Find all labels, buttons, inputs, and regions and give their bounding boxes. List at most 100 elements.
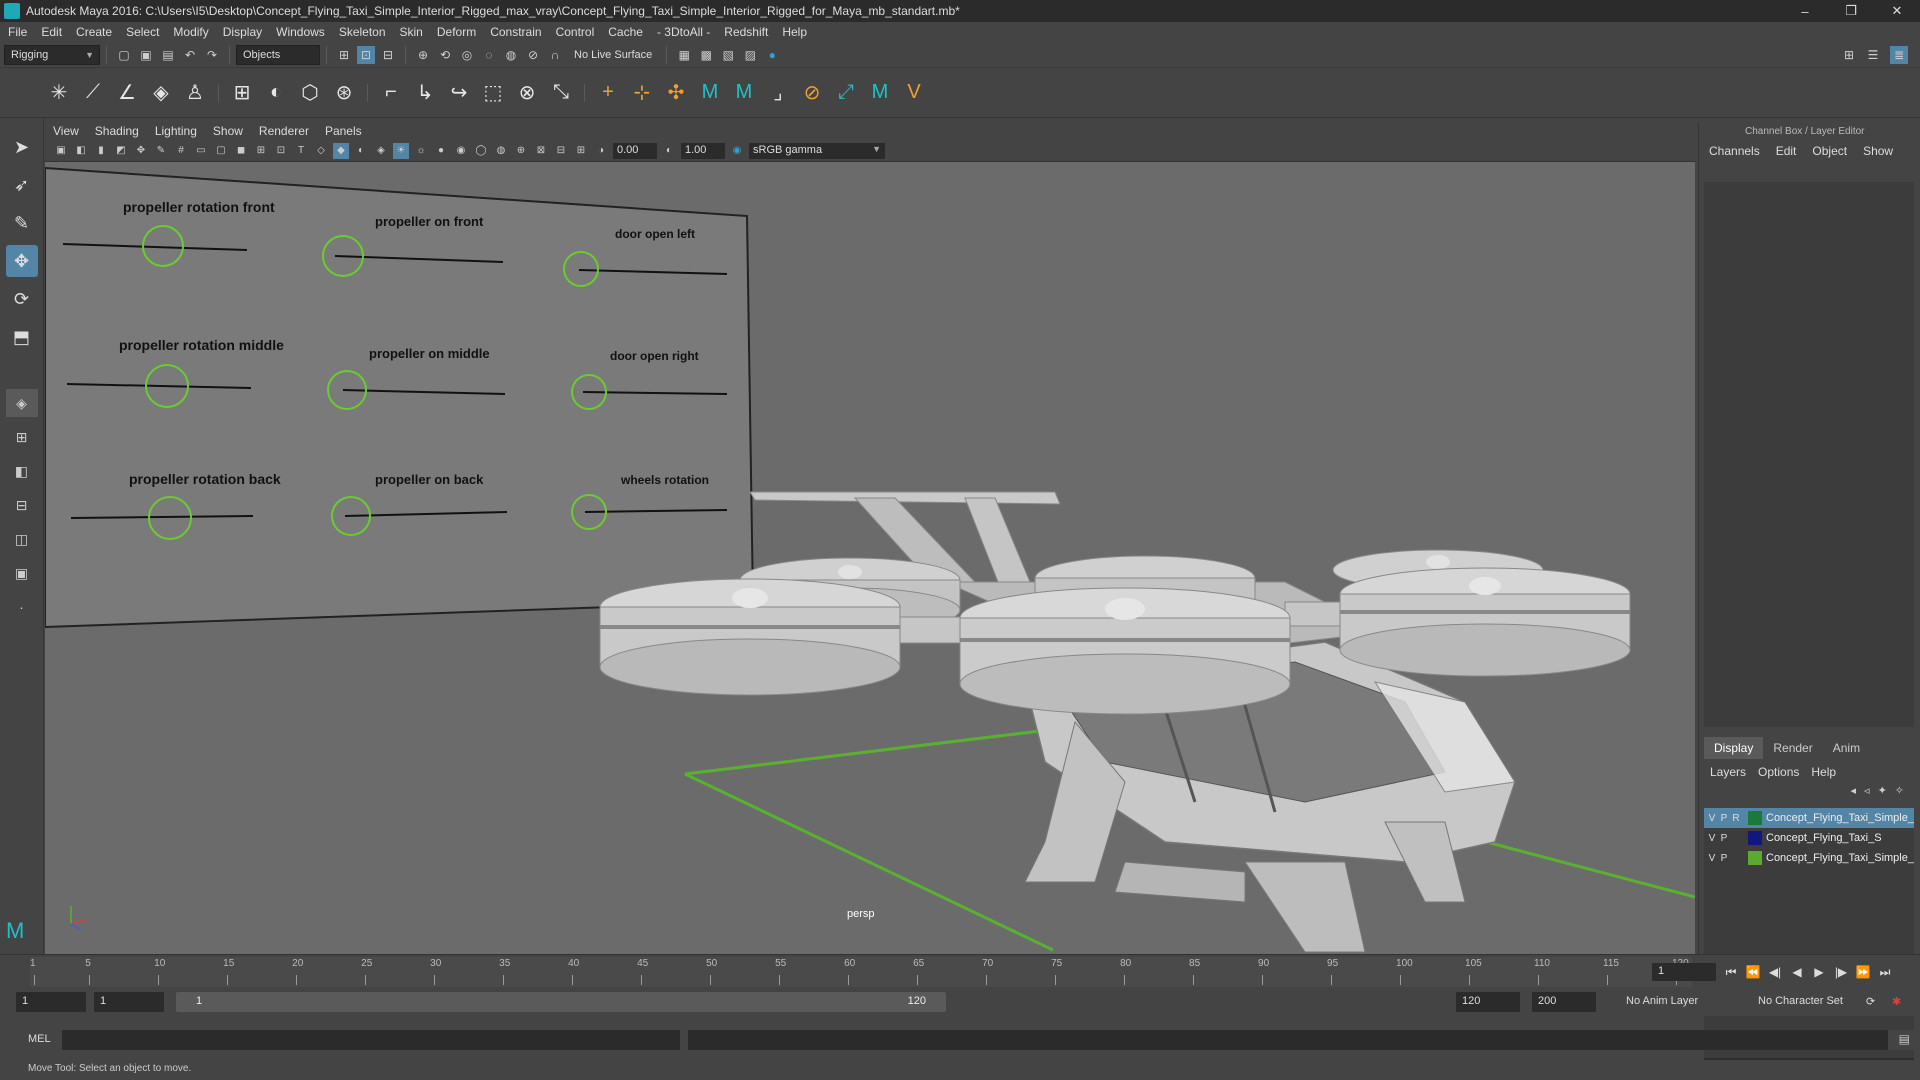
ipr-render-icon[interactable]: ▧: [719, 46, 737, 64]
persp-outliner-layout-icon[interactable]: ⊟: [6, 491, 38, 519]
step-back-frame-icon[interactable]: ◀|: [1766, 963, 1784, 981]
go-to-end-icon[interactable]: ⏭: [1876, 963, 1894, 981]
layer-visibility-toggle[interactable]: V: [1706, 833, 1718, 844]
anim-start-field[interactable]: 1: [94, 992, 164, 1012]
maximize-button[interactable]: ❐: [1828, 0, 1874, 22]
single-pane-layout-icon[interactable]: ◈: [5, 389, 38, 417]
layer-menu-layers[interactable]: Layers: [1710, 765, 1746, 779]
color-management-icon[interactable]: ◉: [729, 143, 745, 159]
command-input[interactable]: [62, 1030, 680, 1050]
image-plane-icon[interactable]: ◩: [113, 143, 129, 159]
new-layer-icon[interactable]: ✦: [1878, 784, 1887, 804]
selection-mode-dropdown[interactable]: Objects: [236, 44, 320, 65]
end-time-field[interactable]: 120: [1456, 992, 1520, 1012]
paint-weights-icon[interactable]: ⌐: [376, 78, 406, 108]
render-view-icon[interactable]: ▦: [675, 46, 693, 64]
layer-playback-toggle[interactable]: P: [1718, 813, 1730, 824]
snap-magnet-icon[interactable]: ∩: [546, 46, 564, 64]
more-layouts-icon[interactable]: ·: [6, 593, 38, 621]
xray-joints-icon[interactable]: ⊟: [553, 143, 569, 159]
panel-menu-view[interactable]: View: [53, 124, 79, 138]
menu-redshift[interactable]: Redshift: [724, 25, 768, 39]
menu-edit[interactable]: Edit: [41, 25, 62, 39]
snap-grid-icon[interactable]: ⊕: [414, 46, 432, 64]
menu-skeleton[interactable]: Skeleton: [339, 25, 386, 39]
panel-menu-renderer[interactable]: Renderer: [259, 124, 309, 138]
close-button[interactable]: ✕: [1874, 0, 1920, 22]
menu-skin[interactable]: Skin: [400, 25, 423, 39]
play-backwards-icon[interactable]: ◀: [1788, 963, 1806, 981]
tab-render[interactable]: Render: [1763, 737, 1822, 759]
menuset-dropdown[interactable]: Rigging ▼: [4, 44, 100, 65]
parent-constraint-icon[interactable]: M: [695, 78, 725, 108]
layer-color-swatch[interactable]: [1748, 851, 1762, 865]
range-bar[interactable]: 1 120: [176, 992, 946, 1012]
menu-file[interactable]: File: [8, 25, 27, 39]
smooth-shade-icon[interactable]: ◆: [333, 142, 349, 159]
layer-row[interactable]: V P Concept_Flying_Taxi_Simple_: [1704, 848, 1914, 868]
lasso-tool-icon[interactable]: ➶: [6, 169, 38, 201]
rotate-tool-icon[interactable]: ⟳: [6, 283, 38, 315]
go-to-start-icon[interactable]: ⏮: [1722, 963, 1740, 981]
ambient-occlusion-icon[interactable]: ●: [433, 143, 449, 159]
two-d-pan-icon[interactable]: ✥: [133, 143, 149, 159]
panel-menu-shading[interactable]: Shading: [95, 124, 139, 138]
menu-modify[interactable]: Modify: [173, 25, 208, 39]
cb-menu-edit[interactable]: Edit: [1776, 144, 1797, 158]
geometry-constraint-icon[interactable]: ⊘: [797, 78, 827, 108]
four-pane-layout-icon[interactable]: ⊞: [6, 423, 38, 451]
gate-mask-icon[interactable]: ◼: [233, 143, 249, 159]
safe-title-icon[interactable]: T: [293, 143, 309, 159]
exposure-icon[interactable]: ◑: [593, 143, 609, 159]
cb-menu-channels[interactable]: Channels: [1709, 144, 1760, 158]
play-forwards-icon[interactable]: ▶: [1810, 963, 1828, 981]
bookmark-icon[interactable]: ▮: [93, 143, 109, 159]
current-frame-field[interactable]: 1: [1652, 963, 1716, 981]
open-scene-icon[interactable]: ▣: [137, 46, 155, 64]
snap-surface-icon[interactable]: ◍: [502, 46, 520, 64]
move-tool-icon[interactable]: ✥: [5, 245, 38, 277]
film-gate-icon[interactable]: ▭: [193, 143, 209, 159]
depth-of-field-icon[interactable]: ◍: [493, 143, 509, 159]
exposure-field[interactable]: 0.00: [613, 142, 657, 159]
normal-constraint-icon[interactable]: ⤢: [831, 78, 861, 108]
menu-cache[interactable]: Cache: [608, 25, 643, 39]
ik-spline-icon[interactable]: ∠: [112, 78, 142, 108]
menu-display[interactable]: Display: [223, 25, 262, 39]
xray-icon[interactable]: ⊠: [533, 143, 549, 159]
layer-playback-toggle[interactable]: P: [1718, 833, 1730, 844]
layer-visibility-toggle[interactable]: V: [1706, 853, 1718, 864]
tangent-constraint-icon[interactable]: M: [865, 78, 895, 108]
safe-action-icon[interactable]: ⊡: [273, 143, 289, 159]
xray-components-icon[interactable]: ⊞: [573, 143, 589, 159]
flying-taxi-model[interactable]: [599, 491, 1631, 953]
aim-constraint-icon[interactable]: ⊹: [627, 78, 657, 108]
channel-box-toggle-icon[interactable]: ≣: [1890, 46, 1908, 64]
panel-menu-lighting[interactable]: Lighting: [155, 124, 197, 138]
menu-create[interactable]: Create: [76, 25, 112, 39]
preferences-icon[interactable]: ✱: [1886, 992, 1907, 1012]
layer-reference-toggle[interactable]: R: [1730, 813, 1742, 824]
panel-menu-panels[interactable]: Panels: [325, 124, 362, 138]
panel-menu-show[interactable]: Show: [213, 124, 243, 138]
hypershade-icon[interactable]: ●: [763, 46, 781, 64]
mirror-weights-icon[interactable]: ↳: [410, 78, 440, 108]
layer-menu-help[interactable]: Help: [1811, 765, 1836, 779]
render-settings-icon[interactable]: ▨: [741, 46, 759, 64]
ik-handle-icon[interactable]: ⟋: [78, 78, 108, 108]
menu-select[interactable]: Select: [126, 25, 159, 39]
motion-blur-icon[interactable]: ◉: [453, 143, 469, 159]
point-constraint-icon[interactable]: +: [593, 78, 623, 108]
wireframe-icon[interactable]: ◇: [313, 143, 329, 159]
create-joint-icon[interactable]: ✳: [44, 78, 74, 108]
snap-curve-icon[interactable]: ⟲: [436, 46, 454, 64]
textured-icon[interactable]: ◈: [373, 143, 389, 159]
tab-display[interactable]: Display: [1704, 737, 1764, 759]
scale-constraint-icon[interactable]: M: [729, 78, 759, 108]
anim-layer-dropdown[interactable]: No Anim Layer: [1620, 992, 1704, 1012]
pole-vector-icon[interactable]: ⌟: [763, 78, 793, 108]
menu-constrain[interactable]: Constrain: [490, 25, 541, 39]
prune-weights-icon[interactable]: ⬚: [478, 78, 508, 108]
snap-pivot-icon[interactable]: ⊘: [524, 46, 542, 64]
layer-color-swatch[interactable]: [1748, 831, 1762, 845]
